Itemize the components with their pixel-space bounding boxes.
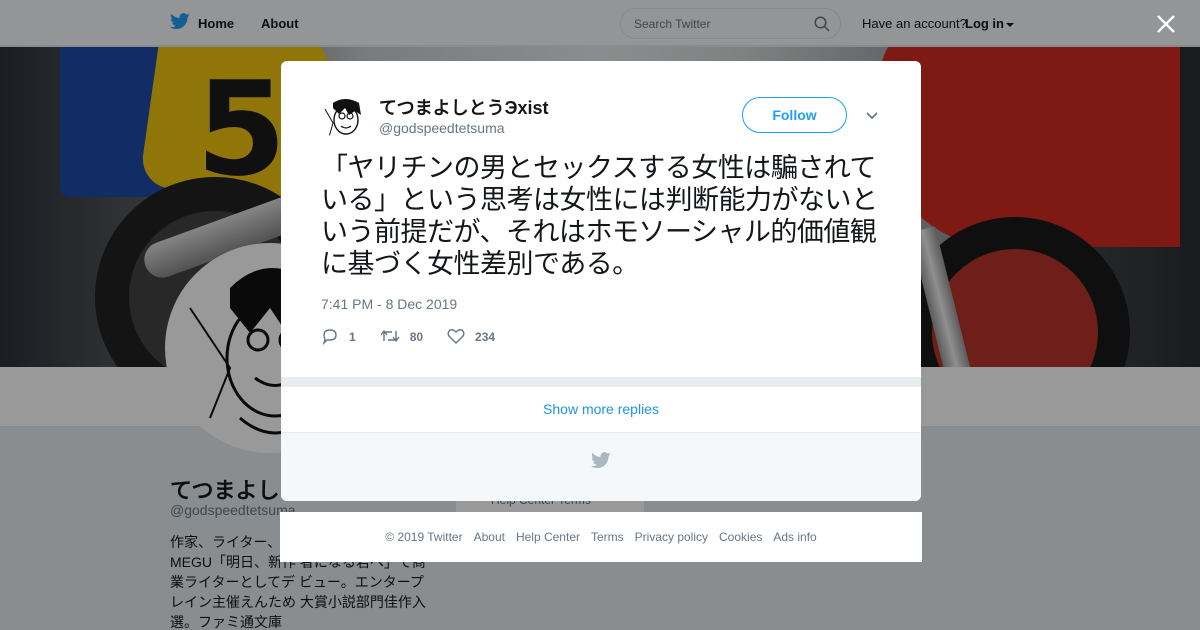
reply-icon <box>321 327 339 348</box>
tweet-text: 「ヤリチンの男とセックスする女性は騙されている」という思考は女性には判断能力がな… <box>321 153 878 280</box>
footer-link-terms[interactable]: Terms <box>591 530 624 544</box>
like-button[interactable]: 234 <box>447 327 495 347</box>
tweet-modal: てつまよしとうЭxist @godspeedtetsuma Follow 「ヤリ… <box>281 61 921 501</box>
show-more-replies-link[interactable]: Show more replies <box>281 387 921 433</box>
chevron-down-icon[interactable] <box>865 108 879 126</box>
tweet-timestamp[interactable]: 7:41 PM - 8 Dec 2019 <box>321 296 457 312</box>
tweet-actions: 1 80 234 <box>321 327 519 347</box>
like-count: 234 <box>475 330 496 344</box>
tweet-author-avatar[interactable] <box>321 93 369 141</box>
follow-button[interactable]: Follow <box>742 97 847 133</box>
retweet-count: 80 <box>409 330 424 344</box>
like-icon <box>447 328 465 347</box>
replies-separator <box>281 377 921 387</box>
footer-link-ads-info[interactable]: Ads info <box>773 530 816 544</box>
footer-link-help-center[interactable]: Help Center <box>516 530 580 544</box>
tweet-author-handle[interactable]: @godspeedtetsuma <box>379 120 505 136</box>
footer-link-privacy[interactable]: Privacy policy <box>635 530 708 544</box>
tweet-author-name[interactable]: てつまよしとうЭxist <box>379 94 548 120</box>
twitter-bird-icon <box>591 452 611 474</box>
footer-link-about[interactable]: About <box>474 530 505 544</box>
footer-copyright: © 2019 Twitter <box>385 530 463 544</box>
footer-link-cookies[interactable]: Cookies <box>719 530 762 544</box>
page-footer: © 2019 Twitter About Help Center Terms P… <box>280 512 922 562</box>
modal-footer <box>281 433 921 501</box>
reply-button[interactable]: 1 <box>321 327 356 347</box>
retweet-icon <box>380 328 400 347</box>
close-icon[interactable] <box>1154 12 1178 36</box>
retweet-button[interactable]: 80 <box>380 327 423 347</box>
reply-count: 1 <box>349 330 356 344</box>
